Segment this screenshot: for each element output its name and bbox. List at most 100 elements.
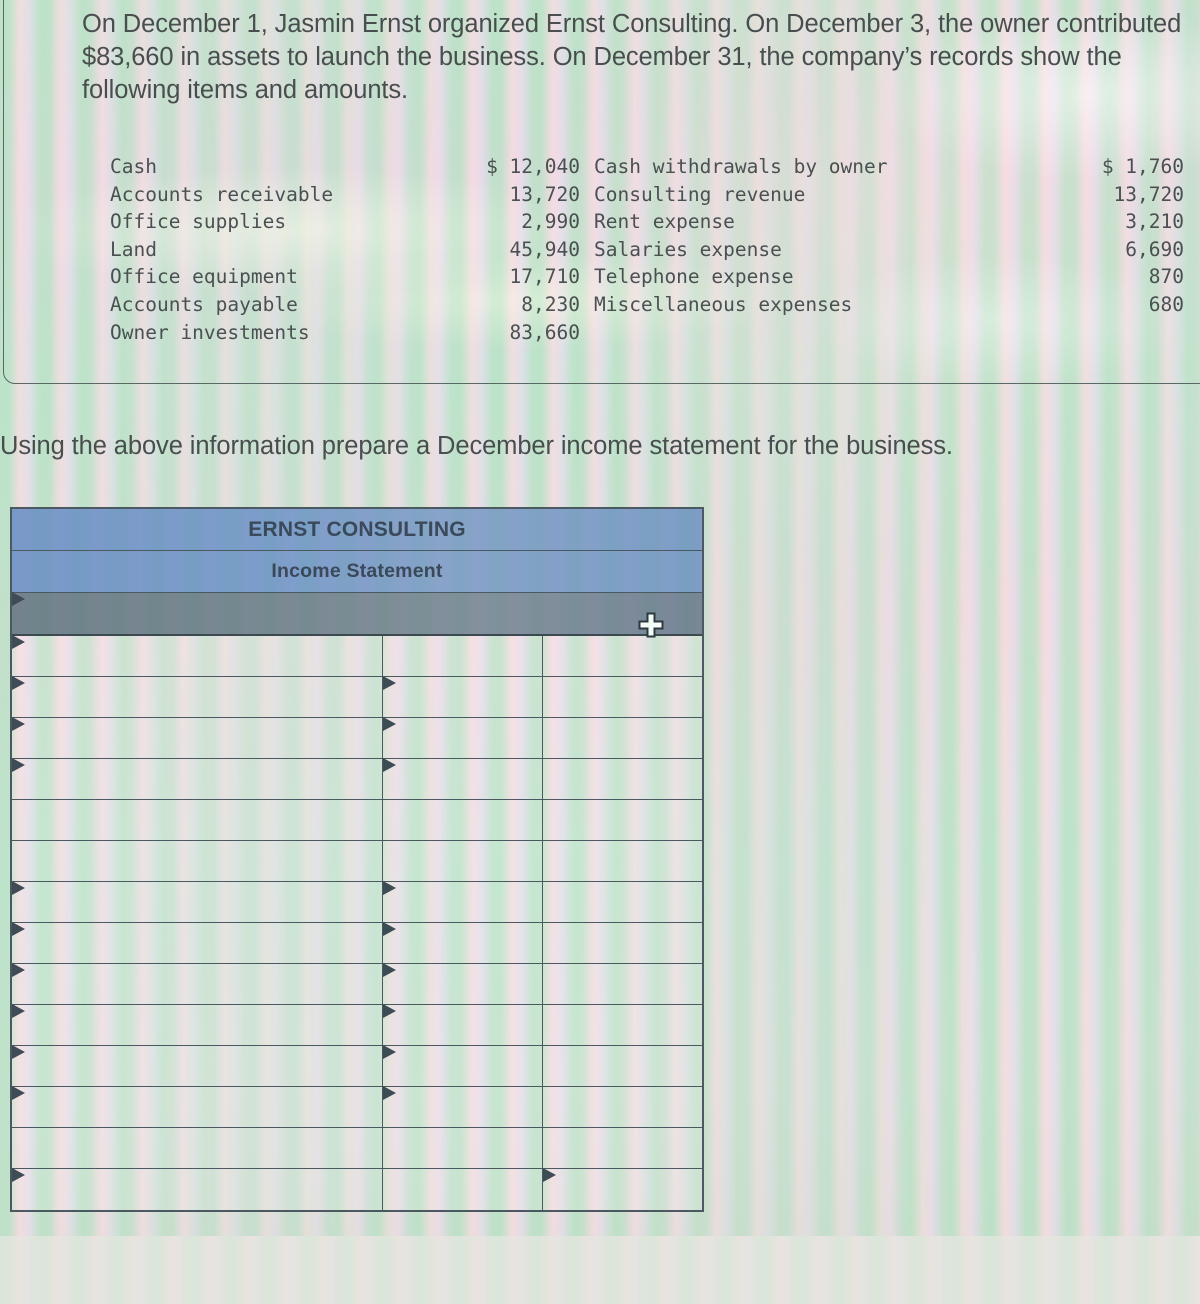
problem-intro-text: On December 1, Jasmin Ernst organized Er… [82, 10, 1182, 104]
table-row[interactable] [12, 881, 702, 923]
table-row[interactable] [12, 758, 702, 800]
cell-marker-icon [12, 1168, 25, 1182]
worksheet-amount1-cell[interactable] [383, 841, 543, 881]
worksheet-amount1-cell[interactable] [383, 1086, 543, 1127]
table-row[interactable] [12, 800, 702, 841]
account-row: Telephone expense 870 [594, 263, 1184, 291]
worksheet-description-cell[interactable] [12, 635, 383, 676]
worksheet-amount2-cell[interactable] [543, 759, 702, 799]
worksheet-amount2-cell[interactable] [543, 718, 702, 758]
cell-marker-icon [12, 1045, 25, 1059]
worksheet-description-cell[interactable] [12, 1045, 383, 1086]
worksheet-spacer-row[interactable] [12, 592, 702, 636]
table-row[interactable] [12, 676, 702, 718]
worksheet-description-cell[interactable] [12, 676, 383, 717]
worksheet-description-cell[interactable] [12, 922, 383, 963]
income-statement-worksheet[interactable]: ERNST CONSULTING Income Statement [10, 507, 704, 1212]
account-label: Office supplies [110, 210, 287, 234]
cell-marker-icon [12, 881, 25, 895]
table-row[interactable] [12, 1045, 702, 1087]
account-amount: 8,230 [521, 292, 580, 316]
account-amount: 870 [1148, 265, 1184, 289]
worksheet-amount2-cell[interactable] [543, 800, 702, 840]
worksheet-amount1-cell[interactable] [383, 881, 543, 922]
table-row[interactable] [12, 1086, 702, 1128]
account-listing-left-column: Cash $ 12,040 Accounts receivable 13,720… [110, 153, 580, 346]
account-row: Land 45,940 [110, 236, 580, 264]
instruction-text: Using the above information prepare a De… [0, 432, 953, 460]
cell-marker-icon [383, 717, 396, 731]
plus-cursor-icon [638, 612, 664, 638]
worksheet-amount2-cell[interactable] [543, 964, 702, 1004]
account-label: Miscellaneous expenses [594, 292, 853, 316]
worksheet-amount1-cell[interactable] [383, 717, 543, 758]
table-row[interactable] [12, 635, 702, 677]
cell-marker-icon [12, 963, 25, 977]
worksheet-amount1-cell[interactable] [383, 963, 543, 1004]
table-row[interactable] [12, 1004, 702, 1046]
worksheet-amount1-cell[interactable] [383, 758, 543, 799]
worksheet-amount2-cell[interactable] [543, 882, 702, 922]
account-amount: 2,990 [521, 210, 580, 234]
worksheet-amount1-cell[interactable] [383, 922, 543, 963]
worksheet-description-cell[interactable] [12, 758, 383, 799]
account-listing-right-column: Cash withdrawals by owner $ 1,760 Consul… [594, 153, 1184, 319]
worksheet-amount1-cell[interactable] [383, 636, 543, 676]
table-row[interactable] [12, 1128, 702, 1169]
worksheet-description-cell[interactable] [12, 841, 383, 881]
row-selection-marker-icon [12, 592, 25, 606]
worksheet-amount1-cell[interactable] [383, 1128, 543, 1168]
account-amount: $ 12,040 [486, 155, 580, 178]
account-row: Accounts receivable 13,720 [110, 181, 580, 209]
worksheet-amount2-cell[interactable] [543, 923, 702, 963]
account-row: Office equipment 17,710 [110, 263, 580, 291]
worksheet-description-cell[interactable] [12, 1004, 383, 1045]
account-amount: 83,660 [509, 320, 580, 344]
worksheet-amount2-cell[interactable] [543, 841, 702, 881]
cell-marker-icon [12, 758, 25, 772]
account-row: Rent expense 3,210 [594, 208, 1184, 236]
worksheet-description-cell[interactable] [12, 1086, 383, 1127]
worksheet-amount1-cell[interactable] [383, 800, 543, 840]
worksheet-statement-title-row[interactable]: Income Statement [12, 551, 702, 593]
worksheet-amount1-cell[interactable] [383, 1045, 543, 1086]
worksheet-amount2-cell[interactable] [543, 1087, 702, 1127]
account-row: Miscellaneous expenses 680 [594, 291, 1184, 319]
worksheet-description-cell[interactable] [12, 881, 383, 922]
table-row[interactable] [12, 717, 702, 759]
account-label: Accounts payable [110, 292, 298, 316]
cell-marker-icon [383, 881, 396, 895]
worksheet-amount1-cell[interactable] [383, 1169, 543, 1210]
table-row[interactable] [12, 1168, 702, 1210]
worksheet-amount2-cell[interactable] [543, 677, 702, 717]
worksheet-description-cell[interactable] [12, 800, 383, 840]
account-label: Telephone expense [594, 265, 794, 289]
worksheet-description-cell[interactable] [12, 717, 383, 758]
account-row: Cash $ 12,040 [110, 153, 580, 181]
worksheet-amount1-cell[interactable] [383, 676, 543, 717]
table-row[interactable] [12, 841, 702, 882]
page-bottom-area [0, 1236, 1200, 1304]
worksheet-description-cell[interactable] [12, 963, 383, 1004]
worksheet-amount1-cell[interactable] [383, 1004, 543, 1045]
cell-marker-icon [12, 1086, 25, 1100]
worksheet-company-name-row[interactable]: ERNST CONSULTING [12, 509, 702, 551]
cell-marker-icon [383, 1004, 396, 1018]
worksheet-amount2-cell[interactable] [543, 1168, 702, 1210]
table-row[interactable] [12, 922, 702, 964]
worksheet-amount2-cell[interactable] [543, 1128, 702, 1168]
worksheet-amount2-cell[interactable] [543, 1005, 702, 1045]
account-label: Land [110, 237, 157, 261]
account-label: Salaries expense [594, 237, 782, 261]
account-label: Cash withdrawals by owner [594, 155, 888, 178]
table-row[interactable] [12, 963, 702, 1005]
account-row: Salaries expense 6,690 [594, 236, 1184, 264]
account-label: Office equipment [110, 265, 298, 289]
cell-marker-icon [383, 1086, 396, 1100]
account-amounts-listing: Cash $ 12,040 Accounts receivable 13,720… [0, 153, 1200, 346]
worksheet-amount2-cell[interactable] [543, 1046, 702, 1086]
worksheet-amount2-cell[interactable] [543, 636, 702, 676]
cell-marker-icon [383, 1045, 396, 1059]
worksheet-description-cell[interactable] [12, 1168, 383, 1210]
worksheet-description-cell[interactable] [12, 1128, 383, 1168]
